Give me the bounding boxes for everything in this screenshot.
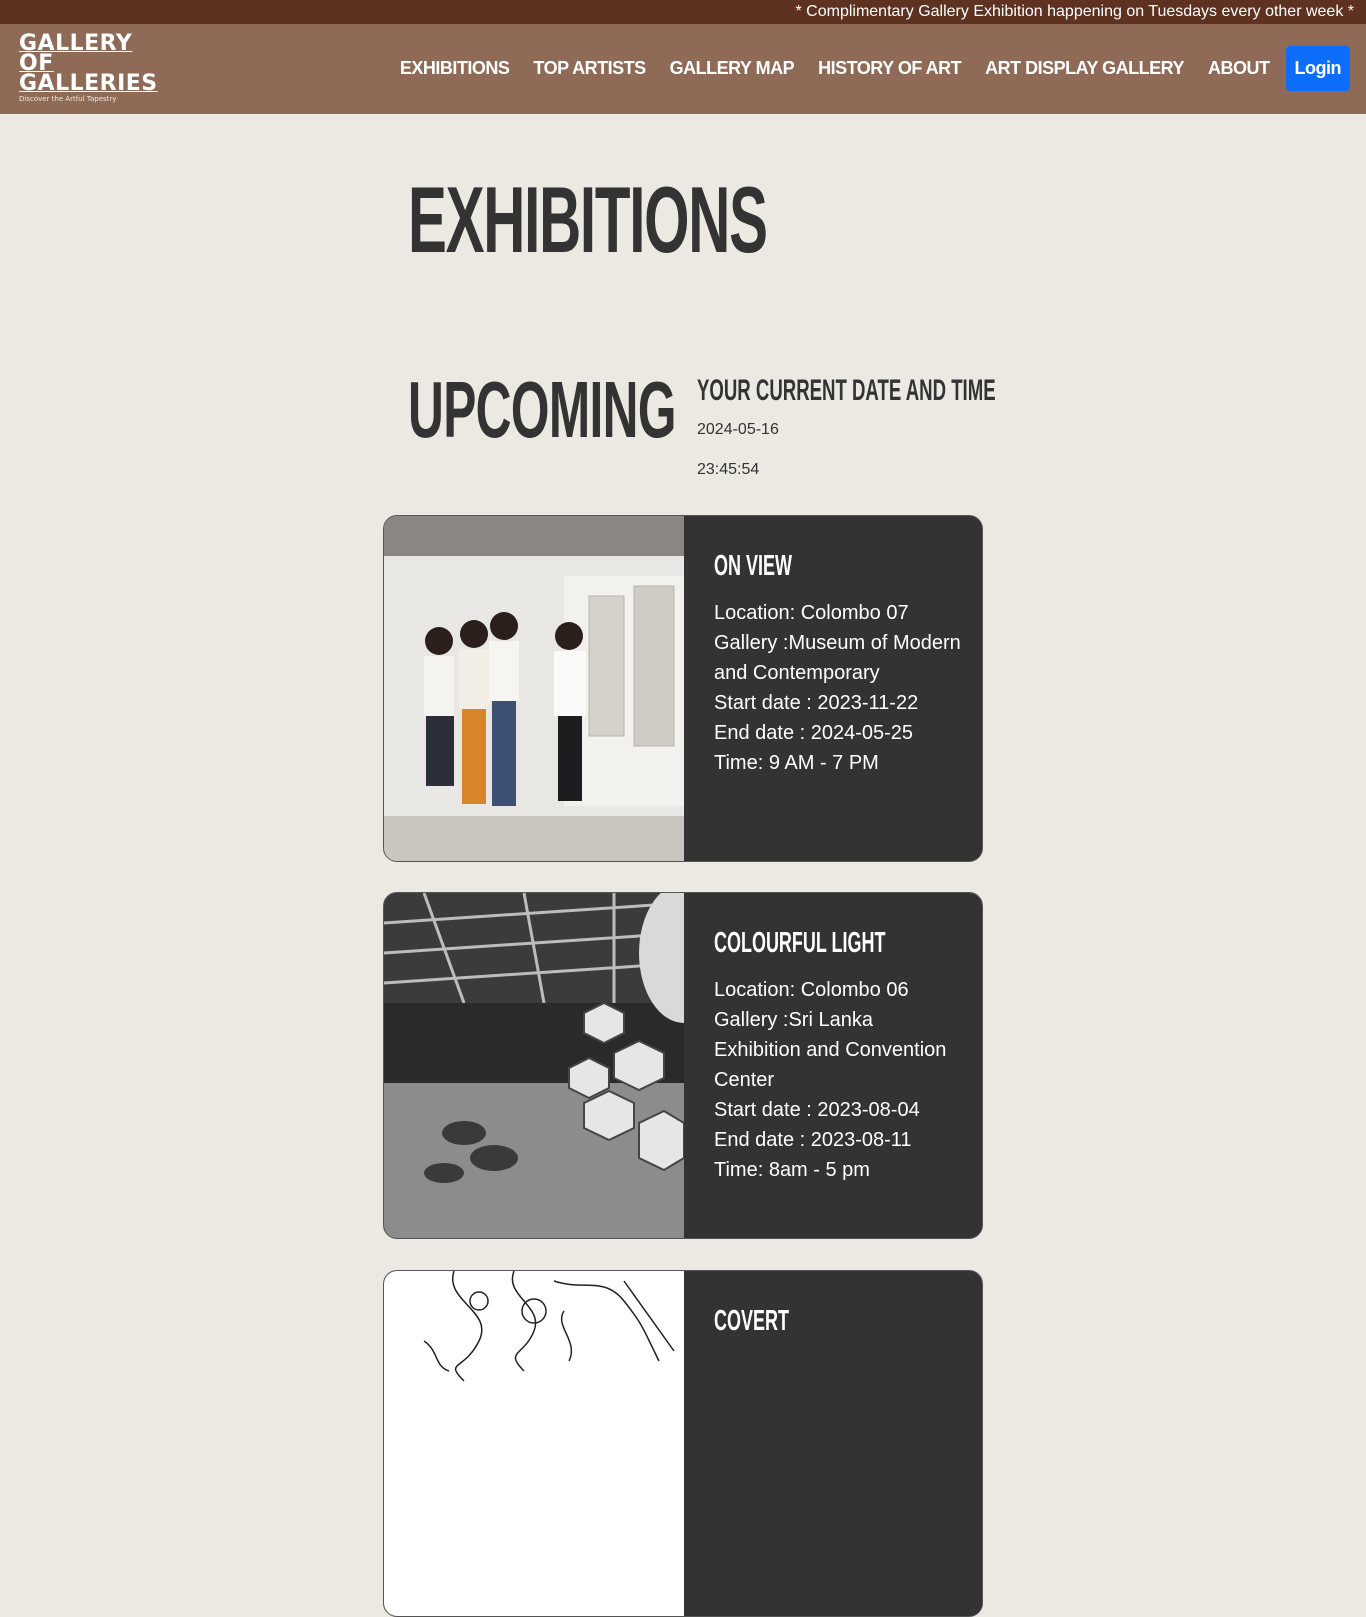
exhibition-card[interactable]: COVERT: [383, 1270, 983, 1617]
exhibition-end-date: End date : 2023-08-11: [714, 1129, 912, 1151]
datetime-heading: YOUR CURRENT DATE AND TIME: [697, 374, 996, 407]
exhibition-time: Time: 9 AM - 7 PM: [714, 752, 879, 774]
exhibition-title: COVERT: [714, 1305, 789, 1337]
nav-history-of-art[interactable]: HISTORY OF ART: [818, 58, 962, 79]
exhibition-end-date: End date : 2024-05-25: [714, 722, 914, 744]
nav-art-display-gallery[interactable]: ART DISPLAY GALLERY: [985, 58, 1184, 79]
logo-tagline: Discover the Artful Tapestry: [19, 95, 117, 103]
exhibition-image: [384, 893, 684, 1238]
login-button[interactable]: Login: [1285, 46, 1350, 91]
navbar: GALLERY OF GALLERIES Discover the Artful…: [0, 24, 1366, 114]
exhibition-start-date: Start date : 2023-08-04: [714, 1099, 920, 1121]
exhibition-details: COLOURFUL LIGHT Location: Colombo 06 Gal…: [714, 925, 964, 1185]
exhibition-card[interactable]: COLOURFUL LIGHT Location: Colombo 06 Gal…: [383, 892, 983, 1239]
exhibition-image: [384, 1271, 684, 1616]
page-title: EXHIBITIONS: [408, 167, 768, 272]
exhibition-details: COVERT: [714, 1303, 964, 1339]
exhibition-gallery: Gallery :Sri Lanka Exhibition and Conven…: [714, 1009, 947, 1091]
current-date: 2024-05-16: [697, 421, 779, 438]
nav-top-artists[interactable]: TOP ARTISTS: [533, 58, 646, 79]
exhibition-start-date: Start date : 2023-11-22: [714, 692, 919, 714]
exhibition-title: COLOURFUL LIGHT: [714, 927, 886, 959]
announcement-ticker: * Complimentary Gallery Exhibition happe…: [0, 0, 1366, 24]
logo-line-3: GALLERIES: [19, 71, 158, 96]
exhibition-time: Time: 8am - 5 pm: [714, 1159, 870, 1181]
ticker-text: * Complimentary Gallery Exhibition happe…: [795, 3, 1354, 20]
exhibition-location: Location: Colombo 06: [714, 979, 909, 1001]
nav-about[interactable]: ABOUT: [1208, 58, 1270, 79]
brand-logo[interactable]: GALLERY OF GALLERIES Discover the Artful…: [19, 33, 158, 104]
exhibition-gallery: Gallery :Museum of Modern and Contempora…: [714, 632, 961, 684]
nav-exhibitions[interactable]: EXHIBITIONS: [400, 58, 510, 79]
current-time: 23:45:54: [697, 461, 760, 478]
section-title-upcoming: UPCOMING: [408, 365, 676, 454]
nav-gallery-map[interactable]: GALLERY MAP: [670, 58, 795, 79]
exhibition-details: ON VIEW Location: Colombo 07 Gallery :Mu…: [714, 548, 964, 778]
exhibition-image: [384, 516, 684, 861]
exhibition-card[interactable]: ON VIEW Location: Colombo 07 Gallery :Mu…: [383, 515, 983, 862]
exhibition-location: Location: Colombo 07: [714, 602, 909, 624]
exhibition-title: ON VIEW: [714, 550, 792, 582]
nav-links: EXHIBITIONS TOP ARTISTS GALLERY MAP HIST…: [376, 46, 1350, 91]
